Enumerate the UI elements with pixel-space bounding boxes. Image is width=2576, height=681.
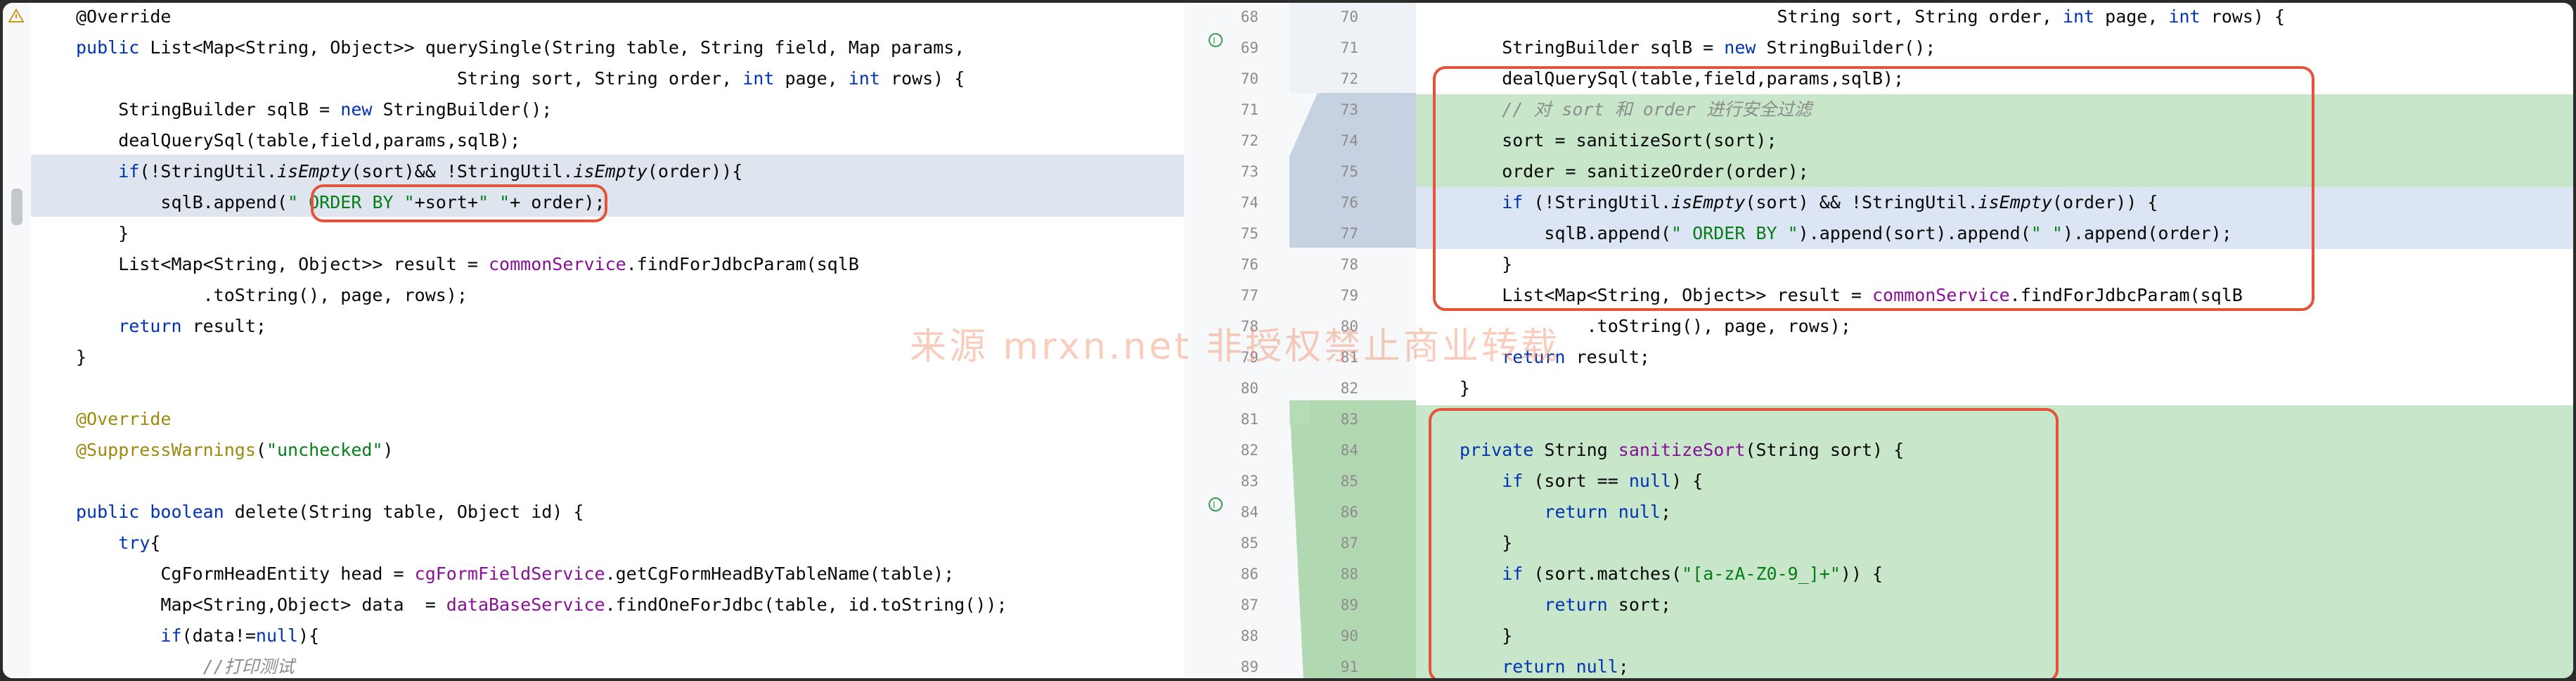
right-line-number: 84 xyxy=(1340,442,1358,459)
code-line[interactable]: StringBuilder sqlB = new StringBuilder()… xyxy=(76,94,552,125)
code-line[interactable]: } xyxy=(76,218,129,249)
left-line-number: 68 xyxy=(1240,8,1258,25)
right-line-number: 76 xyxy=(1340,194,1358,211)
right-line-number: 71 xyxy=(1340,39,1358,56)
right-line-number: 88 xyxy=(1340,566,1358,583)
sanitize-method-highlight-box xyxy=(1429,408,2059,678)
implements-method-icon[interactable]: I xyxy=(1208,32,1223,51)
right-line-number: 85 xyxy=(1340,473,1358,490)
right-line-number: 75 xyxy=(1340,163,1358,180)
left-line-number: 70 xyxy=(1240,70,1258,87)
right-line-number: 90 xyxy=(1340,628,1358,644)
code-line[interactable]: @Override xyxy=(76,404,171,435)
left-line-number: 73 xyxy=(1240,163,1258,180)
svg-text:I: I xyxy=(1213,36,1216,46)
right-line-number: 83 xyxy=(1340,411,1358,428)
left-line-number: 89 xyxy=(1240,658,1258,675)
code-line[interactable]: CgFormHeadEntity head = cgFormFieldServi… xyxy=(76,559,954,590)
right-line-number: 82 xyxy=(1340,380,1358,397)
code-line[interactable]: //打印测试 xyxy=(76,651,295,678)
code-line[interactable]: return result; xyxy=(76,311,266,342)
right-line-number: 72 xyxy=(1340,70,1358,87)
scroll-marker-icon[interactable] xyxy=(10,189,24,229)
left-line-number: 81 xyxy=(1240,411,1258,428)
left-line-number: 75 xyxy=(1240,225,1258,242)
right-line-number: 74 xyxy=(1340,132,1358,149)
code-line[interactable]: String sort, String order, int page, int… xyxy=(1460,3,2286,32)
right-line-number: 77 xyxy=(1340,225,1358,242)
code-line[interactable]: dealQuerySql(table,field,params,sqlB); xyxy=(76,125,520,156)
code-line[interactable]: } xyxy=(76,342,86,373)
code-line[interactable]: public List<Map<String, Object>> querySi… xyxy=(76,32,965,63)
code-line[interactable]: @Override xyxy=(76,3,171,32)
unsafe-concat-highlight xyxy=(311,184,607,222)
right-line-number: 73 xyxy=(1340,101,1358,118)
code-line[interactable]: } xyxy=(1460,373,1470,404)
svg-text:I: I xyxy=(1213,500,1216,510)
left-line-number: 83 xyxy=(1240,473,1258,490)
watermark: 来源 mrxn.net 非授权禁止商业转载 xyxy=(910,326,1561,368)
left-line-number: 87 xyxy=(1240,597,1258,613)
code-line[interactable]: String sort, String order, int page, int… xyxy=(76,63,965,94)
code-line[interactable]: try{ xyxy=(76,528,160,559)
right-line-number: 70 xyxy=(1340,8,1358,25)
diff-viewer-window: @Override public List<Map<String, Object>… xyxy=(3,3,2573,678)
left-fold-gutter xyxy=(3,3,31,678)
left-line-number: 88 xyxy=(1240,628,1258,644)
left-line-number: 74 xyxy=(1240,194,1258,211)
screenshot-frame: @Override public List<Map<String, Object>… xyxy=(0,0,2576,681)
code-line[interactable]: @SuppressWarnings("unchecked") xyxy=(76,435,394,466)
warning-icon xyxy=(8,8,25,26)
right-line-number: 79 xyxy=(1340,287,1358,304)
left-line-number: 71 xyxy=(1240,101,1258,118)
right-line-number: 91 xyxy=(1340,658,1358,675)
left-line-number: 80 xyxy=(1240,380,1258,397)
right-line-number: 86 xyxy=(1340,504,1358,521)
code-line[interactable]: public boolean delete(String table, Obje… xyxy=(76,497,584,528)
right-line-number: 78 xyxy=(1340,256,1358,273)
right-line-number: 87 xyxy=(1340,535,1358,552)
fix-highlight-box xyxy=(1433,66,2314,311)
left-line-number: 86 xyxy=(1240,566,1258,583)
code-line[interactable]: if(data!=null){ xyxy=(76,620,319,651)
implements-method-icon[interactable]: I xyxy=(1208,497,1223,516)
left-line-number: 82 xyxy=(1240,442,1258,459)
left-line-number: 77 xyxy=(1240,287,1258,304)
code-line[interactable]: StringBuilder sqlB = new StringBuilder()… xyxy=(1460,32,1936,63)
left-line-number: 76 xyxy=(1240,256,1258,273)
left-line-number: 72 xyxy=(1240,132,1258,149)
code-line[interactable]: if(!StringUtil.isEmpty(sort)&& !StringUt… xyxy=(76,156,742,187)
right-line-number: 89 xyxy=(1340,597,1358,613)
code-line[interactable]: Map<String,Object> data = dataBaseServic… xyxy=(76,590,1007,620)
left-line-number: 85 xyxy=(1240,535,1258,552)
code-line[interactable]: .toString(), page, rows); xyxy=(76,280,468,311)
code-line[interactable]: List<Map<String, Object>> result = commo… xyxy=(76,249,859,280)
